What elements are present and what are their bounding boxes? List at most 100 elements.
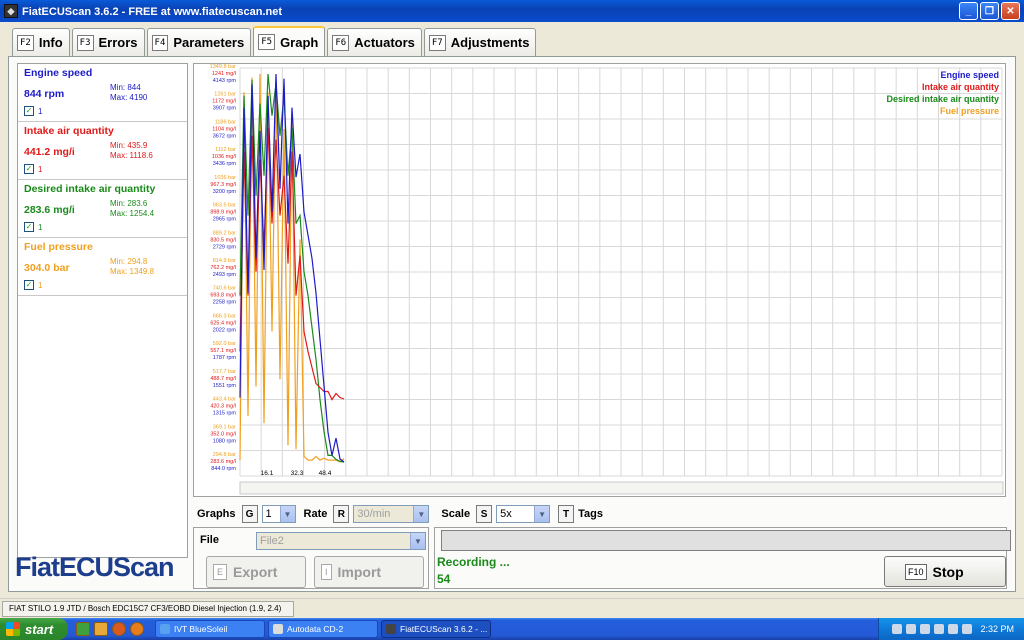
tab-parameters[interactable]: F4 Parameters (146, 28, 252, 56)
y-tick-label: 1787 rpm (213, 355, 237, 361)
param-checkbox[interactable]: ✓ 1 (24, 280, 42, 290)
y-tick-label: 898.9 mg/l (210, 210, 236, 216)
file-select[interactable]: File2 ▼ (256, 532, 426, 550)
tab-label: Actuators (354, 35, 415, 50)
graph-area[interactable]: 1349.8 bar 1241 mg/l 4143 rpm 1261 bar 1172 … (193, 63, 1006, 497)
chevron-down-icon[interactable]: ▼ (410, 533, 425, 549)
scale-key-button[interactable]: S (476, 505, 493, 523)
param-fuel-pressure: Fuel pressure 304.0 bar Min: 294.8 Max: … (18, 238, 187, 296)
y-tick-label: 844.0 rpm (211, 466, 236, 472)
y-tick-label: 1186 bar (215, 119, 236, 125)
desktop-icon[interactable] (76, 622, 90, 636)
y-tick-label: 2493 rpm (213, 272, 237, 278)
volume-icon[interactable] (962, 624, 973, 634)
scale-value: 5x (500, 508, 512, 520)
x-tick-label: 48.4 (319, 470, 332, 477)
param-tag: 1 (38, 106, 43, 116)
y-tick-label: 3436 rpm (213, 161, 237, 167)
export-key: E (213, 564, 228, 580)
y-tick-label: 1261 bar (214, 92, 236, 98)
param-name: Intake air quantity (24, 125, 114, 137)
close-button[interactable]: ✕ (1001, 2, 1020, 20)
system-tray: 2:32 PM (878, 618, 1024, 640)
tab-label: Parameters (173, 35, 245, 50)
legend-entry: Intake air quantity (922, 82, 999, 92)
task-label: IVT BlueSoleil (174, 624, 228, 634)
task-bluesoleil[interactable]: IVT BlueSoleil (155, 620, 265, 638)
rate-select[interactable]: 30/min ▼ (353, 505, 430, 523)
media-player-icon[interactable] (112, 622, 126, 636)
tab-bar: F2 Info F3 Errors F4 Parameters F5 Graph F6 A… (12, 26, 538, 56)
param-max: Max: 1349.8 (110, 267, 155, 276)
chevron-down-icon[interactable]: ▼ (534, 506, 550, 522)
y-tick-label: 625.4 mg/l (210, 320, 236, 326)
scale-label: Scale (441, 508, 471, 520)
param-min: Min: 283.6 (110, 199, 148, 208)
graphs-value: 1 (265, 508, 272, 520)
horizontal-scrollbar (239, 481, 1004, 495)
y-tick-label: 814.9 bar (213, 258, 236, 264)
y-tick-label: 830.5 mg/l (210, 237, 236, 243)
task-autodata[interactable]: Autodata CD-2 (268, 620, 378, 638)
tab-graph[interactable]: F5 Graph (253, 26, 326, 56)
param-max: Max: 1118.6 (110, 151, 153, 160)
param-checkbox[interactable]: ✓ 1 (24, 164, 42, 174)
scale-select[interactable]: 5x ▼ (496, 505, 551, 523)
tray-icon[interactable] (920, 624, 931, 634)
param-value: 283.6 mg/i (24, 204, 75, 216)
y-tick-label: 369.1 bar (213, 424, 236, 430)
y-tick-label: 2022 rpm (213, 327, 237, 333)
tab-label: Info (38, 35, 63, 50)
check-icon[interactable]: ✓ (24, 106, 34, 116)
minimize-button[interactable]: _ (959, 2, 978, 20)
rate-key-button[interactable]: R (333, 505, 350, 523)
export-button[interactable]: E Export (206, 556, 306, 588)
task-label: Autodata CD-2 (287, 624, 344, 634)
y-tick-label: 517.7 bar (213, 369, 236, 375)
y-tick-label: 1036 mg/l (212, 154, 236, 160)
param-checkbox[interactable]: ✓ 1 (24, 106, 42, 116)
y-tick-label: 963.5 bar (213, 203, 236, 209)
y-tick-label: 1104 mg/l (212, 126, 236, 132)
y-tick-label: 762.2 mg/l (210, 265, 236, 271)
param-value: 441.2 mg/i (24, 146, 75, 158)
maximize-button[interactable]: ❐ (980, 2, 999, 20)
tray-icon[interactable] (906, 624, 917, 634)
vehicle-info: FIAT STILO 1.9 JTD / Bosch EDC15C7 CF3/E… (2, 601, 294, 617)
tab-actuators[interactable]: F6 Actuators (327, 28, 422, 56)
tab-adjustments[interactable]: F7 Adjustments (423, 28, 537, 56)
graphs-key-button[interactable]: G (241, 505, 258, 523)
y-tick-label: 352.0 mg/l (210, 431, 236, 437)
chevron-down-icon[interactable]: ▼ (279, 506, 295, 522)
title-bar[interactable]: ◆ FiatECUScan 3.6.2 - FREE at www.fiatec… (0, 0, 1024, 22)
check-icon[interactable]: ✓ (24, 280, 34, 290)
y-tick-label: 740.6 bar (213, 286, 236, 292)
tab-errors[interactable]: F3 Errors (71, 28, 145, 56)
stop-button[interactable]: F10 Stop (884, 556, 1006, 587)
chevron-down-icon[interactable]: ▼ (413, 506, 429, 522)
y-tick-label: 1036 bar (214, 175, 236, 181)
check-icon[interactable]: ✓ (24, 164, 34, 174)
import-label: Import (337, 564, 382, 580)
parameter-list: Engine speed 844 rpm Min: 844 Max: 4190 … (17, 63, 188, 558)
firefox-icon[interactable] (130, 622, 144, 636)
param-value: 844 rpm (24, 88, 65, 100)
tray-icon[interactable] (948, 624, 959, 634)
tags-label: Tags (578, 508, 603, 520)
app-logo: FiatECUScan (15, 552, 175, 582)
y-tick-label: 2729 rpm (213, 244, 237, 250)
task-fiatecuscan[interactable]: FiatECUScan 3.6.2 - ... (381, 620, 491, 638)
folder-icon[interactable] (94, 622, 108, 636)
tab-label: Adjustments (450, 35, 530, 50)
y-tick-label: 967.3 mg/l (210, 182, 236, 188)
tray-icon[interactable] (892, 624, 903, 634)
import-button[interactable]: I Import (314, 556, 424, 588)
check-icon[interactable]: ✓ (24, 222, 34, 232)
graph-controls: Graphs G 1 ▼ Rate R 30/min ▼ Scale S 5x ▼ T… (197, 503, 1013, 525)
param-checkbox[interactable]: ✓ 1 (24, 222, 42, 232)
tab-info[interactable]: F2 Info (12, 28, 70, 56)
start-button[interactable]: start (0, 618, 68, 640)
tray-icon[interactable] (934, 624, 945, 634)
graphs-select[interactable]: 1 ▼ (261, 505, 296, 523)
tags-key-button[interactable]: T (558, 505, 575, 523)
